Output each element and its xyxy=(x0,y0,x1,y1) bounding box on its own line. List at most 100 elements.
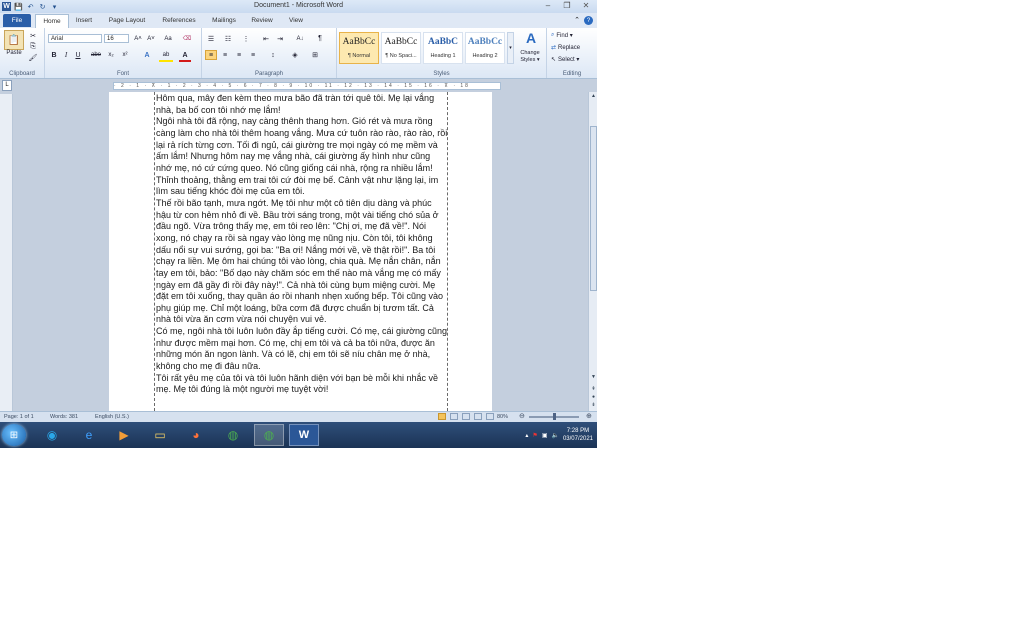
horizontal-ruler[interactable]: · 2 · 1 · ⊼ · 1 · 2 · 3 · 4 · 5 · 6 · 7 … xyxy=(12,80,588,92)
styles-scroll-icon[interactable]: ▾ xyxy=(507,32,514,64)
taskbar-word-icon[interactable]: W xyxy=(289,424,319,446)
paragraph-1[interactable]: Hôm qua, mây đen kèm theo mưa bão đã trà… xyxy=(156,93,448,116)
tab-view[interactable]: View xyxy=(281,14,311,27)
tab-file[interactable]: File xyxy=(3,14,31,27)
taskbar-internet-explorer-icon[interactable]: e xyxy=(74,424,104,446)
minimize-ribbon-icon[interactable]: ⌃ xyxy=(574,16,580,25)
align-right-button[interactable]: ≡ xyxy=(233,50,245,60)
change-styles-button[interactable]: Change Styles ▾ xyxy=(515,50,545,64)
clear-formatting-icon[interactable]: ⌫ xyxy=(181,34,193,43)
justify-button[interactable]: ≡ xyxy=(247,50,259,60)
paragraph-3[interactable]: Thế rồi bão tạnh, mưa ngớt. Mẹ tôi như m… xyxy=(156,198,448,326)
paragraph-5[interactable]: Tôi rất yêu mẹ của tôi và tôi luôn hãnh … xyxy=(156,373,448,396)
taskbar-chrome-icon[interactable]: ◍ xyxy=(218,424,248,446)
numbering-icon[interactable]: ☷ xyxy=(222,34,234,43)
web-layout-view-icon[interactable] xyxy=(462,413,470,420)
taskbar-file-explorer-icon[interactable]: ▭ xyxy=(145,424,175,446)
font-name-select[interactable]: Arial xyxy=(48,34,102,43)
show-formatting-icon[interactable]: ¶ xyxy=(314,34,326,43)
scroll-down-icon[interactable]: ▼ xyxy=(589,373,597,381)
paragraph-4[interactable]: Có mẹ, ngôi nhà tôi luôn luôn đầy ắp tiế… xyxy=(156,326,448,373)
align-center-button[interactable]: ≡ xyxy=(219,50,231,60)
copy-icon[interactable]: ⎘ xyxy=(28,42,38,51)
zoom-slider-knob[interactable] xyxy=(552,413,556,420)
previous-page-icon[interactable]: ⇞ xyxy=(589,385,597,393)
font-color-icon[interactable]: A xyxy=(179,50,191,62)
paragraph-2[interactable]: Ngôi nhà tôi đã rộng, nay càng thênh tha… xyxy=(156,116,448,198)
find-button[interactable]: ⌕ Find ▾ xyxy=(551,31,593,40)
next-page-icon[interactable]: ⇟ xyxy=(589,401,597,409)
superscript-button[interactable]: x² xyxy=(119,50,131,60)
tab-insert[interactable]: Insert xyxy=(70,14,98,27)
change-case-icon[interactable]: Aa xyxy=(161,34,175,43)
sort-icon[interactable]: A↓ xyxy=(294,34,306,43)
maximize-button[interactable]: ❐ xyxy=(558,0,576,10)
shading-icon[interactable]: ◈ xyxy=(288,50,302,60)
show-hidden-icons-icon[interactable]: ▴ xyxy=(525,432,528,439)
browse-object-icon[interactable]: ● xyxy=(589,393,597,401)
tab-mailings[interactable]: Mailings xyxy=(205,14,243,27)
start-button[interactable]: ⊞ xyxy=(2,424,26,446)
tab-page-layout[interactable]: Page Layout xyxy=(101,14,153,27)
page-count[interactable]: Page: 1 of 1 xyxy=(4,414,34,420)
outline-view-icon[interactable] xyxy=(474,413,482,420)
zoom-out-icon[interactable]: ⊖ xyxy=(519,412,525,420)
taskbar-firefox-icon[interactable]: ◕ xyxy=(181,424,211,446)
taskbar-media-player-icon[interactable]: ▶ xyxy=(109,424,139,446)
underline-button[interactable]: U xyxy=(73,50,83,60)
taskbar-chrome-profile-icon[interactable]: ◍ xyxy=(254,424,284,446)
word-count[interactable]: Words: 381 xyxy=(50,414,78,420)
document-body[interactable]: Hôm qua, mây đen kèm theo mưa bão đã trà… xyxy=(156,93,448,396)
help-icon[interactable]: ? xyxy=(584,16,593,25)
text-effects-icon[interactable]: A xyxy=(141,50,153,60)
style-no-spacing[interactable]: AaBbCc ¶ No Spaci... xyxy=(381,32,421,64)
tab-references[interactable]: References xyxy=(155,14,203,27)
full-screen-view-icon[interactable] xyxy=(450,413,458,420)
style-heading-1[interactable]: AaBbC Heading 1 xyxy=(423,32,463,64)
bullets-icon[interactable]: ☰ xyxy=(205,34,217,43)
document-page[interactable]: Hôm qua, mây đen kèm theo mưa bão đã trà… xyxy=(109,92,492,411)
tab-home[interactable]: Home xyxy=(35,14,69,28)
replace-button[interactable]: ⇄ Replace xyxy=(551,43,593,52)
taskbar-skype-icon[interactable]: ◉ xyxy=(37,424,67,446)
bold-button[interactable]: B xyxy=(49,50,59,60)
minimize-button[interactable]: – xyxy=(539,0,557,10)
vertical-scrollbar[interactable]: ▲ ▼ ⇞ ● ⇟ xyxy=(588,92,597,411)
change-styles-icon[interactable]: A xyxy=(517,30,545,46)
borders-icon[interactable]: ⊞ xyxy=(308,50,322,60)
format-painter-icon[interactable]: 🖌 xyxy=(28,53,38,62)
clock[interactable]: 7:28 PM 03/07/2021 xyxy=(563,427,593,443)
italic-button[interactable]: I xyxy=(61,50,71,60)
decrease-indent-icon[interactable]: ⇤ xyxy=(260,34,272,43)
subscript-button[interactable]: x₂ xyxy=(105,50,117,60)
strikethrough-button[interactable]: abe xyxy=(89,50,103,60)
action-center-flag-icon[interactable]: ⚑ xyxy=(532,432,537,439)
highlight-color-icon[interactable]: ab xyxy=(159,50,173,62)
tab-review[interactable]: Review xyxy=(245,14,279,27)
zoom-level[interactable]: 80% xyxy=(497,414,508,420)
draft-view-icon[interactable] xyxy=(486,413,494,420)
scrollbar-thumb[interactable] xyxy=(590,126,597,291)
scroll-up-icon[interactable]: ▲ xyxy=(589,92,597,100)
volume-icon[interactable]: 🔈 xyxy=(551,432,558,439)
network-icon[interactable]: ▣ xyxy=(542,432,548,439)
print-layout-view-icon[interactable] xyxy=(438,413,446,420)
style-normal[interactable]: AaBbCc ¶ Normal xyxy=(339,32,379,64)
zoom-in-icon[interactable]: ⊕ xyxy=(586,412,592,420)
select-button[interactable]: ↖ Select ▾ xyxy=(551,55,593,64)
line-spacing-icon[interactable]: ↕ xyxy=(266,50,280,60)
align-left-button[interactable]: ≡ xyxy=(205,50,217,60)
tab-selector-button[interactable]: L xyxy=(2,80,12,91)
cut-icon[interactable]: ✂ xyxy=(28,31,38,40)
vertical-ruler[interactable] xyxy=(0,94,13,411)
grow-font-icon[interactable]: A˄ xyxy=(132,34,144,43)
paste-button-label[interactable]: Paste xyxy=(3,50,25,56)
multilevel-list-icon[interactable]: ⋮ xyxy=(240,34,252,43)
style-heading-2[interactable]: AaBbCc Heading 2 xyxy=(465,32,505,64)
close-button[interactable]: ✕ xyxy=(577,0,595,10)
paste-icon[interactable]: 📋 xyxy=(4,30,24,50)
font-size-select[interactable]: 16 xyxy=(104,34,129,43)
increase-indent-icon[interactable]: ⇥ xyxy=(274,34,286,43)
shrink-font-icon[interactable]: A˅ xyxy=(145,34,157,43)
language-indicator[interactable]: English (U.S.) xyxy=(95,414,129,420)
